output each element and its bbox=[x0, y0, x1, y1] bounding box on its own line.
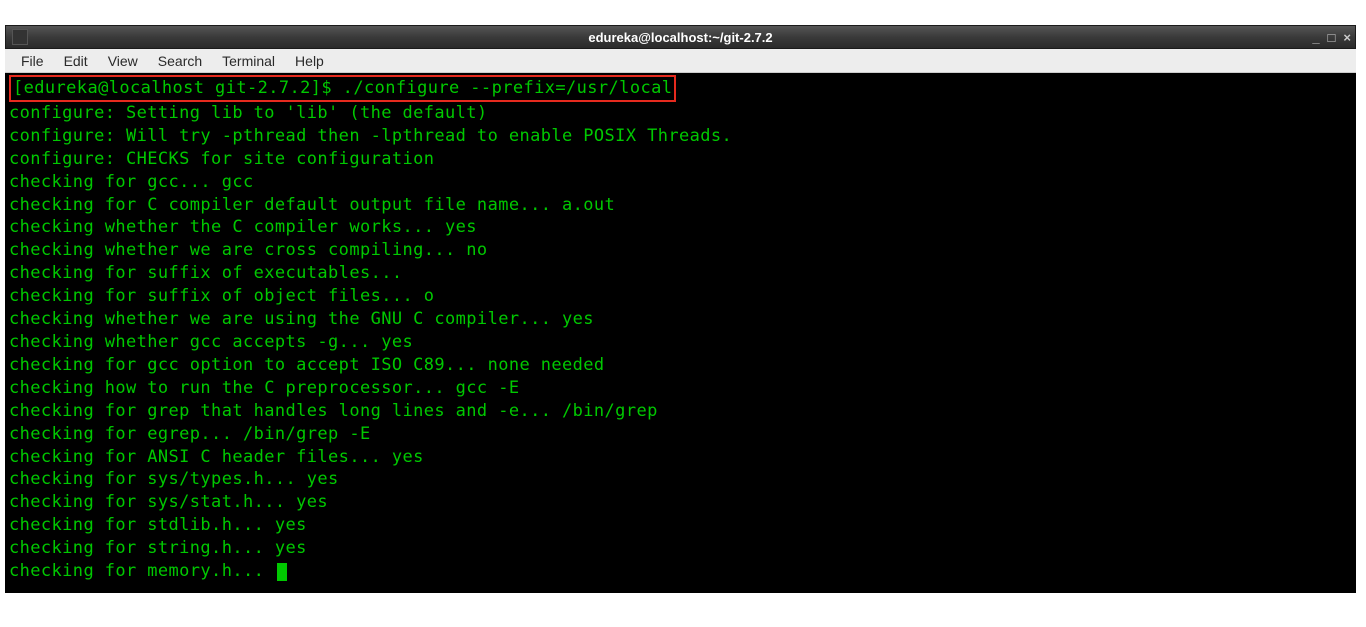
terminal-output[interactable]: [edureka@localhost git-2.7.2]$ ./configu… bbox=[5, 73, 1356, 593]
menu-file[interactable]: File bbox=[11, 51, 54, 71]
command-prompt-highlighted: [edureka@localhost git-2.7.2]$ ./configu… bbox=[9, 75, 676, 102]
terminal-line: checking for suffix of object files... o bbox=[9, 285, 1352, 308]
terminal-last-line: checking for memory.h... bbox=[9, 560, 1352, 583]
terminal-line: checking whether the C compiler works...… bbox=[9, 216, 1352, 239]
terminal-line: checking whether gcc accepts -g... yes bbox=[9, 331, 1352, 354]
terminal-line: checking for sys/stat.h... yes bbox=[9, 491, 1352, 514]
terminal-line: checking for suffix of executables... bbox=[9, 262, 1352, 285]
terminal-line: configure: CHECKS for site configuration bbox=[9, 148, 1352, 171]
app-icon bbox=[12, 29, 28, 45]
minimize-button[interactable]: _ bbox=[1312, 31, 1319, 44]
menu-terminal[interactable]: Terminal bbox=[212, 51, 285, 71]
terminal-line: configure: Setting lib to 'lib' (the def… bbox=[9, 102, 1352, 125]
menu-search[interactable]: Search bbox=[148, 51, 212, 71]
terminal-line: checking for sys/types.h... yes bbox=[9, 468, 1352, 491]
window-title: edureka@localhost:~/git-2.7.2 bbox=[588, 30, 772, 45]
terminal-line: checking for string.h... yes bbox=[9, 537, 1352, 560]
close-button[interactable]: × bbox=[1343, 31, 1351, 44]
terminal-line: checking how to run the C preprocessor..… bbox=[9, 377, 1352, 400]
terminal-line: checking for C compiler default output f… bbox=[9, 194, 1352, 217]
terminal-line: checking for egrep... /bin/grep -E bbox=[9, 423, 1352, 446]
window-titlebar[interactable]: edureka@localhost:~/git-2.7.2 _ □ × bbox=[5, 25, 1356, 49]
terminal-line: checking whether we are using the GNU C … bbox=[9, 308, 1352, 331]
terminal-line: checking for grep that handles long line… bbox=[9, 400, 1352, 423]
maximize-button[interactable]: □ bbox=[1328, 31, 1336, 44]
menu-edit[interactable]: Edit bbox=[54, 51, 98, 71]
window-controls: _ □ × bbox=[1312, 31, 1351, 44]
menu-bar: File Edit View Search Terminal Help bbox=[5, 49, 1356, 73]
terminal-line: configure: Will try -pthread then -lpthr… bbox=[9, 125, 1352, 148]
terminal-line: checking for gcc option to accept ISO C8… bbox=[9, 354, 1352, 377]
terminal-line: checking whether we are cross compiling.… bbox=[9, 239, 1352, 262]
menu-help[interactable]: Help bbox=[285, 51, 334, 71]
terminal-window: edureka@localhost:~/git-2.7.2 _ □ × File… bbox=[5, 25, 1356, 593]
terminal-line: checking for gcc... gcc bbox=[9, 171, 1352, 194]
terminal-line: checking for stdlib.h... yes bbox=[9, 514, 1352, 537]
cursor-icon bbox=[277, 563, 287, 581]
menu-view[interactable]: View bbox=[98, 51, 148, 71]
terminal-line: checking for ANSI C header files... yes bbox=[9, 446, 1352, 469]
